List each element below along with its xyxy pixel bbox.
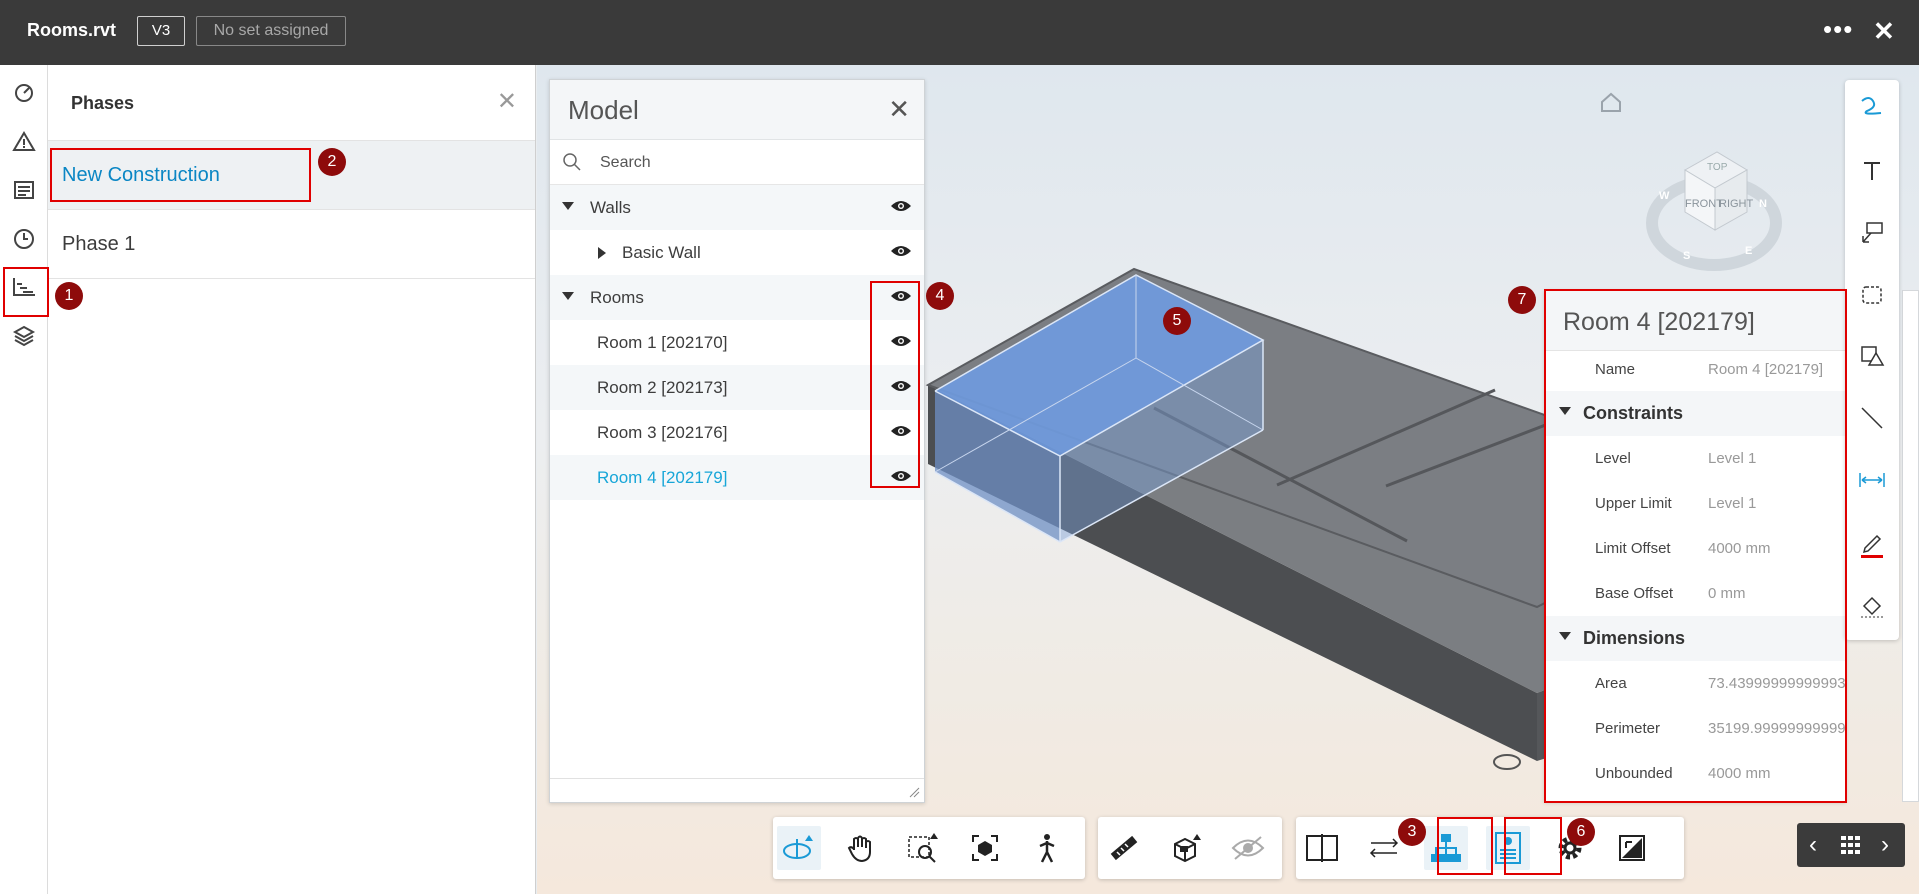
pan-hand-button[interactable] bbox=[839, 826, 883, 870]
model-title: Model bbox=[568, 95, 639, 125]
compass-n-label: N bbox=[1759, 198, 1767, 210]
tree-row-room-4[interactable]: Room 4 [202179] bbox=[550, 455, 924, 500]
tree-row-label: Walls bbox=[590, 198, 631, 217]
annotation-box-2 bbox=[50, 148, 311, 202]
annotation-badge-5: 5 bbox=[1163, 307, 1191, 335]
phases-header: Phases ✕ bbox=[48, 65, 535, 141]
resize-handle[interactable] bbox=[550, 778, 924, 802]
first-person-button[interactable] bbox=[1025, 826, 1069, 870]
dimension-markup-icon[interactable] bbox=[1858, 466, 1886, 494]
annotation-badge-6: 6 bbox=[1567, 818, 1595, 846]
fit-to-view-button[interactable] bbox=[963, 826, 1007, 870]
tree-row-room-3[interactable]: Room 3 [202176] bbox=[550, 410, 924, 455]
close-model-icon[interactable]: ✕ bbox=[888, 94, 910, 125]
phase-item-label: Phase 1 bbox=[62, 233, 136, 255]
history-clock-icon[interactable] bbox=[11, 226, 37, 252]
next-sheet-icon[interactable]: › bbox=[1881, 831, 1889, 859]
model-browser-panel: Model ✕ Walls Basic Wall Rooms Room 1 [2… bbox=[549, 79, 925, 803]
model-header: Model ✕ bbox=[550, 80, 924, 140]
expand-arrow-icon[interactable] bbox=[562, 202, 574, 210]
arrow-markup-icon[interactable] bbox=[1858, 404, 1886, 432]
issues-warning-icon[interactable] bbox=[11, 129, 37, 155]
phase-item-phase-1[interactable]: Phase 1 bbox=[48, 210, 535, 279]
collapse-arrow-icon[interactable] bbox=[598, 247, 606, 259]
version-badge[interactable]: V3 bbox=[137, 16, 185, 46]
previous-sheet-icon[interactable]: ‹ bbox=[1809, 831, 1817, 859]
compass-e-label: E bbox=[1745, 245, 1753, 257]
close-viewer-icon[interactable]: ✕ bbox=[1873, 16, 1895, 47]
pen-color-icon[interactable] bbox=[1858, 530, 1886, 558]
tree-row-basic-wall[interactable]: Basic Wall bbox=[550, 230, 924, 275]
annotation-box-1 bbox=[3, 267, 49, 317]
viewcube-top-label: TOP bbox=[1707, 162, 1728, 173]
tree-row-rooms[interactable]: Rooms bbox=[550, 275, 924, 320]
section-analysis-button[interactable] bbox=[1164, 826, 1208, 870]
model-search-bar bbox=[550, 140, 924, 185]
annotation-box-3 bbox=[1437, 817, 1493, 875]
markup-toolbar bbox=[1845, 80, 1899, 640]
cloud-markup-icon[interactable] bbox=[1858, 281, 1886, 309]
close-phases-icon[interactable]: ✕ bbox=[497, 87, 517, 116]
annotation-badge-2: 2 bbox=[318, 148, 346, 176]
tree-row-room-2[interactable]: Room 2 [202173] bbox=[550, 365, 924, 410]
tree-row-label: Rooms bbox=[590, 288, 644, 307]
orbit-pivot-icon bbox=[1493, 754, 1521, 770]
compass-w-label: W bbox=[1659, 190, 1670, 202]
annotation-box-4 bbox=[870, 281, 920, 488]
sheets-list-icon[interactable] bbox=[11, 177, 37, 203]
fullscreen-button[interactable] bbox=[1610, 826, 1654, 870]
annotation-badge-4: 4 bbox=[926, 282, 954, 310]
file-name: Rooms.rvt bbox=[27, 20, 117, 40]
more-options-icon[interactable]: ••• bbox=[1823, 14, 1853, 45]
tree-row-label: Basic Wall bbox=[622, 243, 701, 262]
tree-row-label: Room 4 [202179] bbox=[597, 468, 728, 487]
viewcube-right-label: RIGHT bbox=[1719, 198, 1754, 210]
search-icon bbox=[563, 153, 581, 171]
tree-row-label: Room 1 [202170] bbox=[597, 333, 728, 352]
set-assignment-badge[interactable]: No set assigned bbox=[196, 16, 346, 46]
tools-toolbar bbox=[1098, 817, 1282, 879]
ghosting-eye-button[interactable] bbox=[1226, 826, 1270, 870]
tree-row-room-1[interactable]: Room 1 [202170] bbox=[550, 320, 924, 365]
measure-tool-button[interactable] bbox=[1102, 826, 1146, 870]
freehand-markup-icon[interactable] bbox=[1858, 92, 1886, 120]
compass-s-label: S bbox=[1683, 250, 1691, 262]
sheet-navigation: ‹ › bbox=[1797, 823, 1905, 867]
search-input[interactable] bbox=[600, 150, 900, 176]
annotation-box-6 bbox=[1504, 817, 1562, 875]
annotation-badge-7: 7 bbox=[1508, 286, 1536, 314]
text-markup-icon[interactable] bbox=[1858, 157, 1886, 185]
home-view-icon[interactable] bbox=[1601, 92, 1621, 112]
annotation-badge-1: 1 bbox=[55, 282, 83, 310]
annotation-box-7 bbox=[1544, 289, 1847, 803]
visibility-eye-icon[interactable] bbox=[890, 244, 912, 258]
tree-row-label: Room 3 [202176] bbox=[597, 423, 728, 442]
side-panel-edge bbox=[1902, 290, 1919, 802]
left-icon-rail bbox=[0, 65, 48, 894]
callout-markup-icon[interactable] bbox=[1858, 219, 1886, 247]
expand-arrow-icon[interactable] bbox=[562, 292, 574, 300]
tree-row-walls[interactable]: Walls bbox=[550, 185, 924, 230]
phases-title: Phases bbox=[71, 93, 135, 113]
grid-view-icon[interactable] bbox=[1841, 836, 1861, 854]
compare-versions-icon[interactable] bbox=[11, 80, 37, 106]
tree-row-label: Room 2 [202173] bbox=[597, 378, 728, 397]
split-view-button[interactable] bbox=[1300, 826, 1344, 870]
visibility-eye-icon[interactable] bbox=[890, 199, 912, 213]
shape-markup-icon[interactable] bbox=[1858, 342, 1886, 370]
navigation-toolbar bbox=[773, 817, 1085, 879]
viewcube-front-label: FRONT bbox=[1685, 198, 1723, 210]
orbit-tool-button[interactable] bbox=[777, 826, 821, 870]
view-cube[interactable]: TOP FRONT RIGHT N W S E bbox=[1645, 120, 1785, 280]
fill-markup-icon[interactable] bbox=[1858, 592, 1886, 620]
annotation-badge-3: 3 bbox=[1398, 818, 1426, 846]
layers-icon[interactable] bbox=[11, 323, 37, 349]
top-bar: Rooms.rvt V3 No set assigned ••• ✕ bbox=[0, 0, 1919, 65]
zoom-window-button[interactable] bbox=[901, 826, 945, 870]
